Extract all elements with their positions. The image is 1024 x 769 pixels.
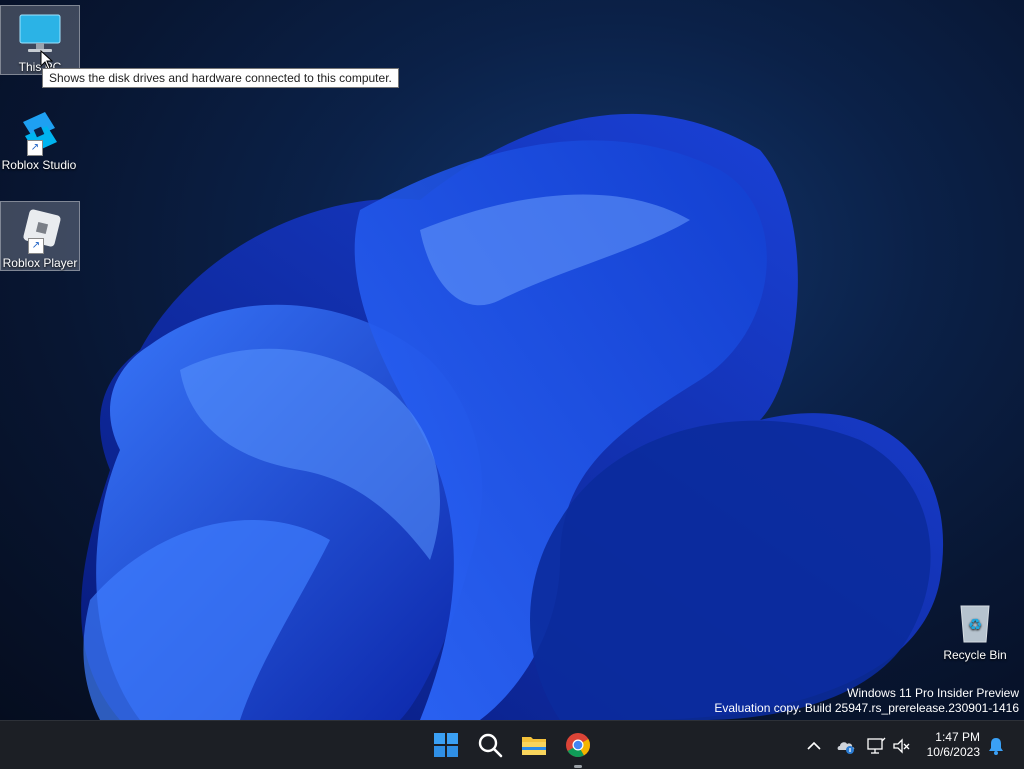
network-button[interactable]	[866, 736, 886, 756]
watermark-line-1: Windows 11 Pro Insider Preview	[847, 686, 1019, 700]
volume-muted-icon	[893, 738, 910, 754]
roblox-player-icon: ↗	[16, 206, 64, 254]
desktop-icon-label: Recycle Bin	[943, 648, 1007, 662]
desktop-icon-label: Roblox Studio	[1, 158, 77, 172]
recycle-bin-icon: ♻	[951, 598, 999, 646]
file-explorer-icon	[522, 737, 546, 755]
desktop-icon-roblox-studio[interactable]: ↗ Roblox Studio	[0, 104, 78, 172]
watermark-line-2: Evaluation copy. Build 25947.rs_prerelea…	[714, 701, 1019, 715]
desktop[interactable]: This PC ↗ Roblox Studio ↗ Roblox Player	[0, 0, 1024, 720]
clock-date: 10/6/2023	[926, 745, 980, 759]
evaluation-watermark: Windows 11 Pro Insider Preview Evaluatio…	[714, 686, 1019, 716]
show-hidden-icons-button[interactable]	[804, 736, 824, 756]
shortcut-arrow-icon: ↗	[28, 238, 44, 254]
search-icon	[478, 733, 503, 758]
file-explorer-button[interactable]	[518, 729, 550, 761]
clock-time: 1:47 PM	[935, 730, 980, 744]
svg-text:♻: ♻	[968, 615, 982, 634]
start-icon	[434, 733, 458, 757]
shortcut-arrow-icon: ↗	[27, 140, 43, 156]
desktop-icon-roblox-player[interactable]: ↗ Roblox Player	[0, 201, 80, 271]
onedrive-button[interactable]	[836, 736, 856, 756]
tooltip: Shows the disk drives and hardware conne…	[42, 68, 399, 88]
clock[interactable]: 1:47 PM 10/6/2023	[927, 730, 980, 760]
bloom-wallpaper	[81, 113, 944, 720]
volume-button[interactable]	[892, 736, 912, 756]
desktop-icon-recycle-bin[interactable]: ♻ Recycle Bin	[936, 594, 1014, 662]
start-button[interactable]	[430, 729, 462, 761]
chrome-button[interactable]	[562, 729, 594, 768]
chevron-up-icon	[807, 741, 821, 750]
bell-icon	[989, 738, 1003, 755]
search-button[interactable]	[474, 729, 506, 761]
taskbar: 1:47 PM 10/6/2023	[0, 720, 1024, 769]
roblox-studio-icon: ↗	[15, 108, 63, 156]
onedrive-icon	[837, 742, 855, 754]
mouse-cursor-icon	[40, 50, 54, 70]
desktop-icon-label: Roblox Player	[2, 256, 78, 270]
network-icon	[867, 737, 886, 754]
notifications-button[interactable]	[986, 736, 1006, 756]
chrome-icon	[566, 733, 590, 758]
